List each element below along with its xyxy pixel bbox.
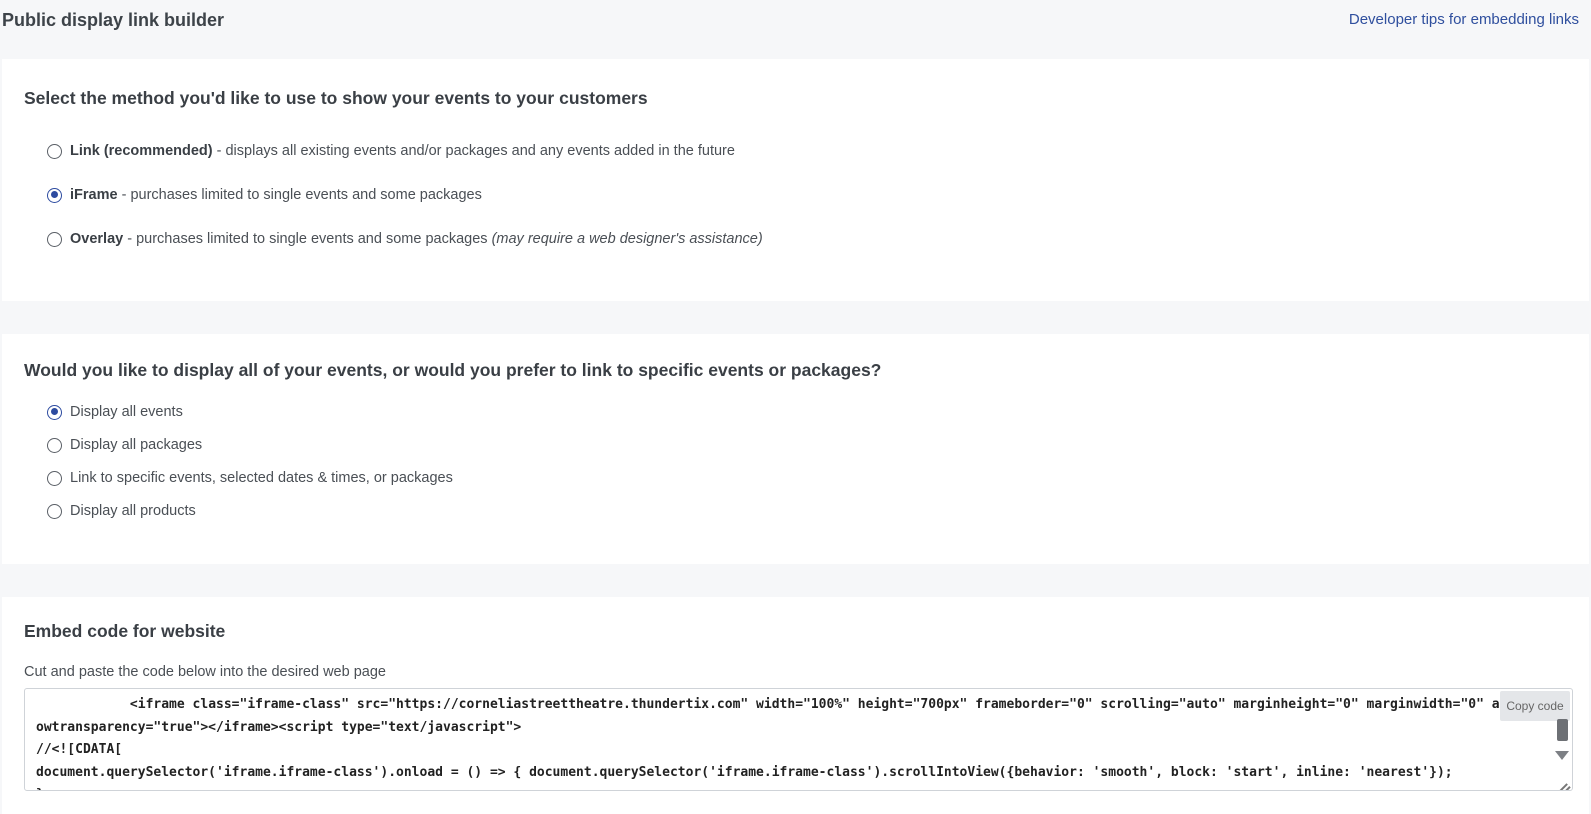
method-option-iframe-title: iFrame xyxy=(70,187,118,203)
radio-all-events[interactable] xyxy=(47,404,62,420)
method-option-overlay-note: (may require a web designer's assistance… xyxy=(491,231,763,247)
embed-heading: Embed code for website xyxy=(24,621,226,641)
resize-handle-icon[interactable] xyxy=(1551,769,1571,789)
radio-link[interactable] xyxy=(47,143,62,159)
display-option-label: Display all events xyxy=(70,404,183,420)
embed-subtext: Cut and paste the code below into the de… xyxy=(24,664,386,680)
method-card: Select the method you'd like to use to s… xyxy=(2,59,1589,301)
display-heading: Would you like to display all of your ev… xyxy=(24,360,882,380)
embed-card: Embed code for website Cut and paste the… xyxy=(2,597,1589,814)
display-option-label: Link to specific events, selected dates … xyxy=(70,470,453,486)
display-option-specific[interactable]: Link to specific events, selected dates … xyxy=(47,470,453,486)
radio-all-products[interactable] xyxy=(47,503,62,519)
page-header: Public display link builder Developer ti… xyxy=(0,0,1591,42)
display-option-label: Display all packages xyxy=(70,437,203,453)
embed-code-text[interactable]: <iframe class="iframe-class" src="https:… xyxy=(36,694,1516,790)
display-option-all-packages[interactable]: Display all packages xyxy=(47,437,202,453)
display-option-all-products[interactable]: Display all products xyxy=(47,503,196,519)
scrollbar-thumb[interactable] xyxy=(1557,719,1568,741)
copy-code-button[interactable]: Copy code xyxy=(1500,691,1570,721)
display-card: Would you like to display all of your ev… xyxy=(2,334,1589,564)
method-option-overlay[interactable]: Overlay - purchases limited to single ev… xyxy=(47,231,763,247)
method-option-iframe-desc: - purchases limited to single events and… xyxy=(117,187,482,203)
embed-code-textarea[interactable]: <iframe class="iframe-class" src="https:… xyxy=(24,688,1573,791)
method-heading: Select the method you'd like to use to s… xyxy=(24,88,648,108)
radio-overlay[interactable] xyxy=(47,231,62,247)
method-option-iframe[interactable]: iFrame - purchases limited to single eve… xyxy=(47,187,482,203)
display-option-all-events[interactable]: Display all events xyxy=(47,404,183,420)
method-option-link[interactable]: Link (recommended) - displays all existi… xyxy=(47,143,735,159)
method-option-overlay-desc: - purchases limited to single events and… xyxy=(123,231,492,247)
method-option-link-desc: - displays all existing events and/or pa… xyxy=(212,143,735,159)
method-option-overlay-title: Overlay xyxy=(70,231,124,247)
developer-tips-link[interactable]: Developer tips for embedding links xyxy=(1349,11,1579,28)
page-title: Public display link builder xyxy=(2,10,225,30)
radio-specific[interactable] xyxy=(47,470,62,486)
radio-iframe[interactable] xyxy=(47,187,62,203)
scroll-down-arrow-icon[interactable] xyxy=(1555,751,1569,760)
display-option-label: Display all products xyxy=(70,503,196,519)
radio-all-packages[interactable] xyxy=(47,437,62,453)
method-option-link-title: Link (recommended) xyxy=(70,143,213,159)
